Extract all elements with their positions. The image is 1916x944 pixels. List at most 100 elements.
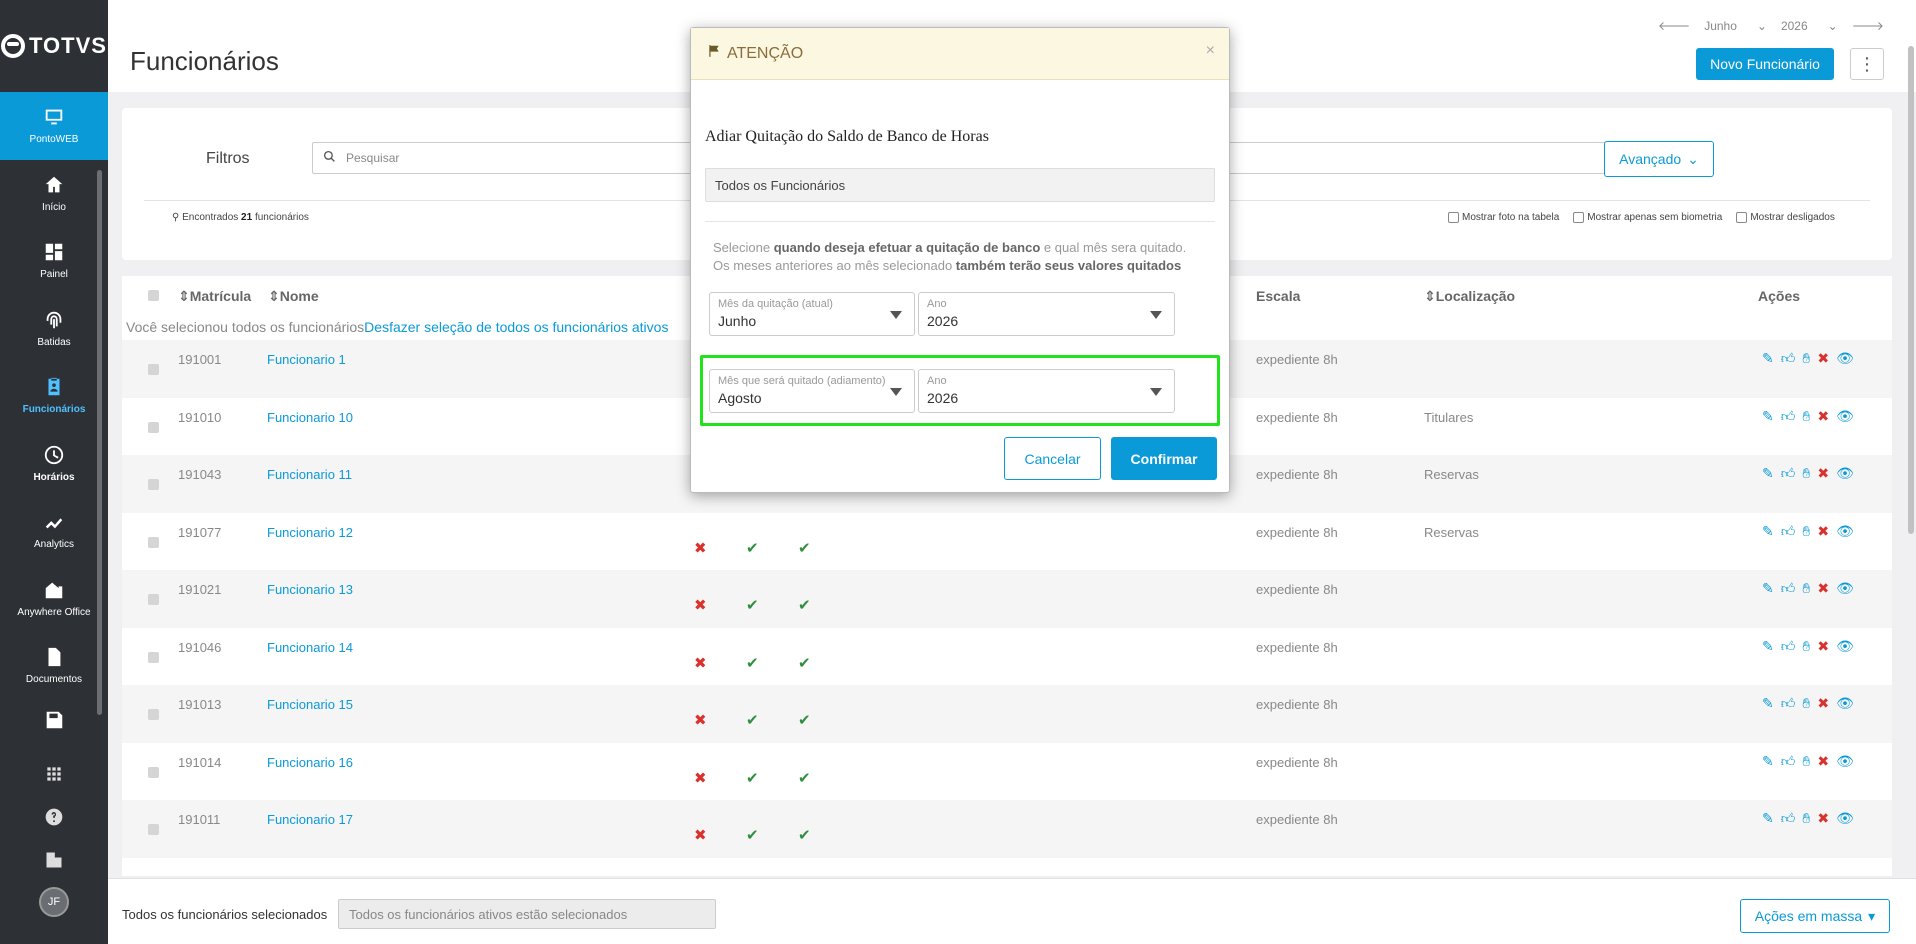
show-photo-checkbox[interactable]: Mostrar foto na tabela [1448, 212, 1559, 223]
sidebar-item-horarios[interactable]: Horários [0, 430, 108, 498]
target-month-select[interactable]: Mês que será quitado (adiamento) Agosto [709, 369, 915, 413]
col-localizacao[interactable]: ⇕Localização [1424, 288, 1515, 305]
thumbs-up-icon[interactable]: 👍︎ [1781, 465, 1796, 482]
hand-icon[interactable]: ✋︎ [1802, 523, 1810, 540]
view-icon[interactable]: 👁︎ [1836, 638, 1854, 655]
edit-icon[interactable]: ✎ [1762, 350, 1774, 367]
row-name-link[interactable]: Funcionario 12 [267, 525, 353, 540]
sidebar-item-analytics[interactable]: Analytics [0, 497, 108, 565]
col-matricula[interactable]: ⇕Matrícula [178, 288, 251, 305]
sidebar-item-inicio[interactable]: Início [0, 160, 108, 228]
col-nome[interactable]: ⇕Nome [268, 288, 319, 305]
close-icon[interactable]: × [1206, 42, 1215, 60]
row-checkbox[interactable] [148, 421, 159, 433]
next-month-icon[interactable]: 🡒 [1852, 18, 1884, 33]
sidebar-item-batidas[interactable]: Batidas [0, 295, 108, 363]
delete-icon[interactable]: ✖ [1817, 465, 1829, 482]
current-year-select[interactable]: Ano 2026 [918, 292, 1175, 336]
sidebar-item-anywhere-office[interactable]: Anywhere Office [0, 565, 108, 633]
delete-icon[interactable]: ✖ [1817, 810, 1829, 827]
col-escala[interactable]: Escala [1256, 288, 1300, 304]
checkbox[interactable] [1448, 212, 1459, 223]
edit-icon[interactable]: ✎ [1762, 580, 1774, 597]
row-checkbox[interactable] [148, 651, 159, 663]
show-dismissed-checkbox[interactable]: Mostrar desligados [1736, 212, 1835, 223]
row-checkbox[interactable] [148, 766, 159, 778]
delete-icon[interactable]: ✖ [1817, 523, 1829, 540]
thumbs-up-icon[interactable]: 👍︎ [1781, 638, 1796, 655]
edit-icon[interactable]: ✎ [1762, 465, 1774, 482]
company-button[interactable] [44, 838, 64, 881]
row-name-link[interactable]: Funcionario 11 [267, 467, 352, 482]
thumbs-up-icon[interactable]: 👍︎ [1781, 753, 1796, 770]
table-row[interactable]: 191013 Funcionario 15 ✖ ✔ ✔ expediente 8h ✎ 👍︎ ✋… [122, 685, 1892, 743]
edit-icon[interactable]: ✎ [1762, 810, 1774, 827]
sidebar-scrollbar[interactable] [97, 170, 102, 715]
view-icon[interactable]: 👁︎ [1836, 695, 1854, 712]
thumbs-up-icon[interactable]: 👍︎ [1781, 695, 1796, 712]
hand-icon[interactable]: ✋︎ [1802, 465, 1810, 482]
delete-icon[interactable]: ✖ [1817, 753, 1829, 770]
hand-icon[interactable]: ✋︎ [1802, 695, 1810, 712]
edit-icon[interactable]: ✎ [1762, 523, 1774, 540]
table-row[interactable]: 191046 Funcionario 14 ✖ ✔ ✔ expediente 8h ✎ 👍︎ ✋… [122, 628, 1892, 686]
thumbs-up-icon[interactable]: 👍︎ [1781, 580, 1796, 597]
view-icon[interactable]: 👁︎ [1836, 580, 1854, 597]
mass-actions-button[interactable]: Ações em massa ▾ [1740, 899, 1890, 933]
table-row[interactable]: 191077 Funcionario 12 ✖ ✔ ✔ expediente 8h Rese… [122, 513, 1892, 571]
year-select[interactable]: 2026 ⌄ [1781, 19, 1838, 33]
show-no-biometry-checkbox[interactable]: Mostrar apenas sem biometria [1573, 212, 1722, 223]
select-all-checkbox[interactable] [148, 290, 159, 301]
more-options-button[interactable]: ⋮ [1850, 48, 1884, 80]
row-name-link[interactable]: Funcionario 13 [267, 582, 353, 597]
delete-icon[interactable]: ✖ [1817, 580, 1829, 597]
view-icon[interactable]: 👁︎ [1836, 523, 1854, 540]
row-name-link[interactable]: Funcionario 14 [267, 640, 353, 655]
row-checkbox[interactable] [148, 824, 159, 835]
new-employee-button[interactable]: Novo Funcionário [1696, 48, 1834, 80]
target-year-select[interactable]: Ano 2026 [918, 369, 1175, 413]
hand-icon[interactable]: ✋︎ [1802, 580, 1810, 597]
sidebar-item-funcionarios[interactable]: Funcionários [0, 362, 108, 430]
table-row[interactable]: 191014 Funcionario 16 ✖ ✔ ✔ expediente 8h ✎ 👍︎ ✋… [122, 743, 1892, 801]
undo-selection-link[interactable]: Desfazer seleção de todos os funcionário… [364, 319, 668, 335]
sidebar-item-save[interactable] [0, 700, 108, 740]
row-checkbox[interactable] [148, 594, 159, 605]
thumbs-up-icon[interactable]: 👍︎ [1781, 408, 1796, 425]
confirm-button[interactable]: Confirmar [1111, 437, 1217, 480]
edit-icon[interactable]: ✎ [1762, 638, 1774, 655]
delete-icon[interactable]: ✖ [1817, 408, 1829, 425]
table-row[interactable]: 191021 Funcionario 13 ✖ ✔ ✔ expediente 8h ✎ 👍︎ ✋… [122, 570, 1892, 628]
apps-button[interactable] [44, 752, 64, 795]
row-name-link[interactable]: Funcionario 1 [267, 352, 346, 367]
help-button[interactable] [44, 795, 64, 838]
page-scrollbar[interactable] [1908, 46, 1914, 534]
sidebar-item-pontoweb[interactable]: PontoWEB [0, 92, 108, 160]
edit-icon[interactable]: ✎ [1762, 695, 1774, 712]
delete-icon[interactable]: ✖ [1817, 638, 1829, 655]
totvs-logo[interactable]: TOTVS [0, 0, 108, 92]
prev-month-icon[interactable]: 🡐 [1658, 18, 1690, 33]
current-month-select[interactable]: Mês da quitação (atual) Junho [709, 292, 915, 336]
sidebar-item-painel[interactable]: Painel [0, 227, 108, 295]
hand-icon[interactable]: ✋︎ [1802, 638, 1810, 655]
edit-icon[interactable]: ✎ [1762, 408, 1774, 425]
row-checkbox[interactable] [148, 709, 159, 720]
view-icon[interactable]: 👁︎ [1836, 753, 1854, 770]
row-name-link[interactable]: Funcionario 17 [267, 812, 353, 827]
row-name-link[interactable]: Funcionario 10 [267, 410, 353, 425]
row-checkbox[interactable] [148, 479, 159, 490]
hand-icon[interactable]: ✋︎ [1802, 753, 1810, 770]
month-select[interactable]: Junho ⌄ [1704, 19, 1767, 33]
hand-icon[interactable]: ✋︎ [1802, 408, 1810, 425]
thumbs-up-icon[interactable]: 👍︎ [1781, 810, 1796, 827]
thumbs-up-icon[interactable]: 👍︎ [1781, 350, 1796, 367]
sidebar-item-documentos[interactable]: Documentos [0, 632, 108, 700]
hand-icon[interactable]: ✋︎ [1802, 810, 1810, 827]
delete-icon[interactable]: ✖ [1817, 695, 1829, 712]
checkbox[interactable] [1736, 212, 1748, 223]
view-icon[interactable]: 👁︎ [1836, 810, 1854, 827]
hand-icon[interactable]: ✋︎ [1802, 350, 1810, 367]
delete-icon[interactable]: ✖ [1817, 350, 1829, 367]
row-checkbox[interactable] [148, 536, 159, 548]
